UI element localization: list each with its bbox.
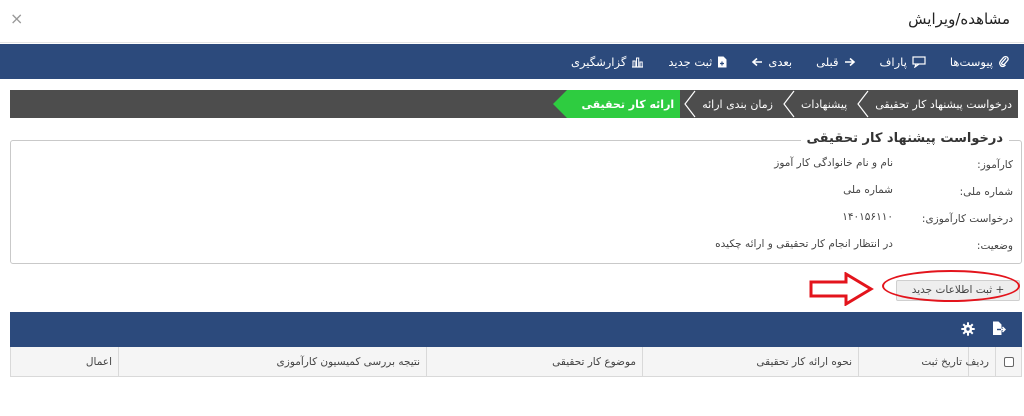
field-value: شماره ملی [843, 184, 893, 196]
annotation-arrow [809, 272, 874, 306]
new-file-icon [717, 56, 727, 68]
column-header[interactable]: موضوع کار تحقیقی [426, 347, 642, 376]
field-label: شماره ملی: [959, 186, 1013, 198]
export-icon[interactable] [992, 321, 1006, 340]
column-header[interactable]: تاریخ ثبت [858, 347, 968, 376]
next-button[interactable]: بعدی [751, 55, 792, 69]
chevron-left-icon [684, 90, 696, 118]
select-all-cell [995, 347, 1021, 376]
panel-legend: درخواست پیشنهاد کار تحقیقی [800, 131, 1009, 146]
field-status: وضعیت: در انتظار انجام کار تحقیقی و ارائ… [21, 238, 1021, 260]
step-breadcrumb: درخواست پیشنهاد کار تحقیقی پیشنهادات زما… [10, 90, 1018, 118]
comment-icon [912, 55, 926, 68]
next-label: بعدی [768, 54, 793, 69]
field-internship-request: درخواست کارآموزی: ۱۴۰۱۵۶۱۱۰ [21, 211, 1021, 233]
previous-label: قبلی [816, 54, 839, 69]
attachments-button[interactable]: پیوست‌ها [950, 55, 1010, 69]
step-research-request[interactable]: درخواست پیشنهاد کار تحقیقی [853, 90, 1018, 118]
reporting-button[interactable]: گزارشگیری [571, 55, 644, 69]
previous-button[interactable]: قبلی [816, 55, 855, 69]
column-header[interactable]: نتیجه بررسی کمیسیون کارآموزی [118, 347, 426, 376]
new-record-label: ثبت جدید [668, 54, 713, 69]
table-header: ردیف تاریخ ثبت نحوه ارائه کار تحقیقی موض… [10, 347, 1022, 377]
new-record-button[interactable]: ثبت جدید [668, 55, 727, 69]
step-label: درخواست پیشنهاد کار تحقیقی [875, 97, 1012, 111]
field-label: درخواست کارآموزی: [921, 213, 1013, 225]
step-research-presentation[interactable]: ارائه کار تحقیقی [567, 90, 681, 118]
request-details-panel: درخواست پیشنهاد کار تحقیقی کارآموز: نام … [10, 131, 1022, 264]
chevron-left-icon [783, 90, 795, 118]
paraph-button[interactable]: پاراف [880, 55, 926, 69]
field-national-id: شماره ملی: شماره ملی [21, 184, 1021, 206]
column-header[interactable]: اعمال [11, 347, 118, 376]
close-icon[interactable]: × [10, 9, 23, 28]
add-new-record-button[interactable]: + ثبت اطلاعات جدید [896, 280, 1020, 301]
select-all-checkbox[interactable] [1003, 356, 1014, 367]
step-label: زمان بندی ارائه [702, 97, 773, 111]
bar-chart-icon [631, 56, 644, 68]
step-label: پیشنهادات [800, 97, 848, 111]
action-toolbar: پیوست‌ها پاراف قبلی بعدی ثبت جدید گزارشگ… [0, 44, 1024, 79]
reporting-label: گزارشگیری [570, 54, 627, 69]
dialog-titlebar: مشاهده/ویرایش × [0, 0, 1024, 43]
step-presentation-schedule[interactable]: زمان بندی ارائه [680, 90, 779, 118]
field-label: کارآموز: [977, 159, 1013, 171]
paperclip-icon [998, 55, 1010, 68]
attachments-label: پیوست‌ها [949, 54, 993, 69]
field-value: در انتظار انجام کار تحقیقی و ارائه چکیده [715, 238, 893, 250]
column-header[interactable]: ردیف [965, 347, 995, 376]
arrow-left-icon [751, 57, 763, 67]
field-trainee: کارآموز: نام و نام خانوادگی کار آموز [21, 157, 1021, 179]
step-proposals[interactable]: پیشنهادات [779, 90, 853, 118]
step-label: ارائه کار تحقیقی [581, 97, 675, 111]
gear-icon[interactable] [961, 321, 975, 340]
active-step-arrow [553, 90, 568, 118]
field-label: وضعیت: [976, 240, 1013, 252]
field-value: ۱۴۰۱۵۶۱۱۰ [842, 211, 893, 223]
arrow-right-icon [844, 57, 856, 67]
grid-toolbar [10, 312, 1022, 347]
column-header[interactable]: نحوه ارائه کار تحقیقی [642, 347, 858, 376]
paraph-label: پاراف [879, 54, 907, 69]
chevron-left-icon [857, 90, 869, 118]
field-value: نام و نام خانوادگی کار آموز [774, 157, 893, 169]
dialog-title: مشاهده/ویرایش [908, 10, 1010, 28]
